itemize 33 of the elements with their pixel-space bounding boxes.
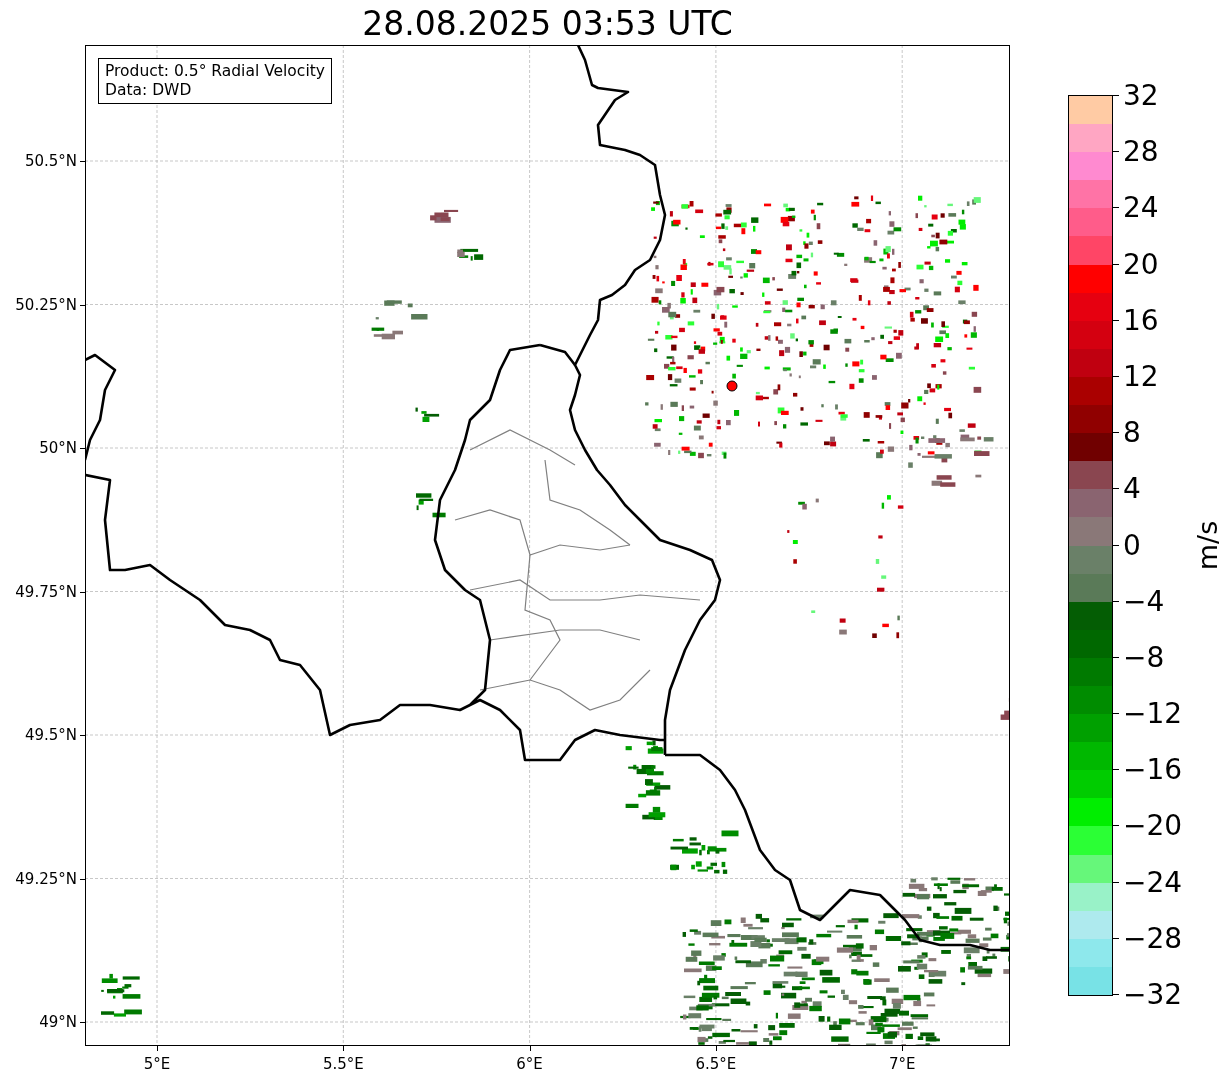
latitude-label: 50.5°N (24, 152, 77, 170)
colorbar-tick-label: −24 (1123, 865, 1183, 899)
latitude-label: 50°N (39, 439, 77, 457)
colorbar-tick-label: −4 (1123, 584, 1165, 618)
colorbar-tick-label: 0 (1123, 528, 1141, 561)
chart-title: 28.08.2025 03:53 UTC (362, 5, 733, 43)
latitude-label: 49°N (39, 1013, 77, 1031)
colorbar-tick-label: 24 (1123, 190, 1159, 224)
latitude-label: 50.25°N (15, 295, 77, 314)
longitude-label: 5°E (143, 1055, 171, 1073)
latitude-label: 49.25°N (15, 869, 77, 888)
colorbar-tick-label: −16 (1123, 752, 1183, 786)
colorbar-label: m/s (1192, 520, 1224, 571)
colorbar-tick-label: 4 (1123, 471, 1141, 505)
colorbar-tick-label: 16 (1123, 303, 1159, 337)
colorbar-tick-label: 20 (1123, 247, 1159, 281)
longitude-label: 6.5°E (695, 1055, 737, 1073)
colorbar-tick-label: 28 (1123, 134, 1159, 168)
colorbar-tick-label: −20 (1123, 808, 1183, 842)
colorbar-tick-label: 12 (1123, 359, 1159, 393)
colorbar-tick-label: −8 (1123, 640, 1165, 674)
colorbar-tick-label: −12 (1123, 696, 1183, 730)
colorbar-tick-label: −28 (1123, 921, 1183, 955)
info-text: Data: DWD (105, 81, 193, 100)
colorbar-tick-label: −32 (1123, 977, 1183, 1011)
info-text: Product: 0.5° Radial Velocity (105, 62, 325, 81)
colorbar-tick-label: 8 (1123, 415, 1141, 449)
longitude-label: 6°E (516, 1055, 543, 1073)
latitude-label: 49.75°N (15, 582, 77, 601)
colorbar-tick-label: 32 (1123, 78, 1159, 112)
longitude-label: 7°E (888, 1055, 916, 1073)
longitude-label: 5.5°E (322, 1055, 364, 1073)
latitude-label: 49.5°N (24, 726, 77, 744)
